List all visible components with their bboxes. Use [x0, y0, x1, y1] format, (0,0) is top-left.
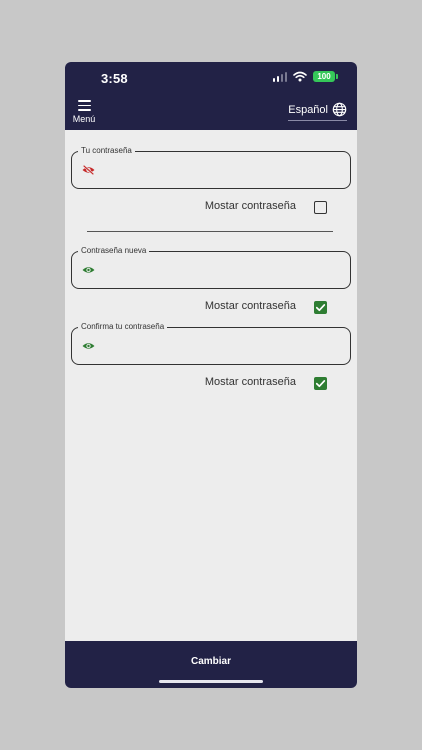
top-bar: 3:58 100 Menú Español — [65, 62, 357, 130]
show-confirm-password-row: Mostar contraseña — [65, 375, 357, 391]
menu-button[interactable]: Menú — [70, 98, 98, 124]
status-icons: 100 — [272, 71, 338, 82]
show-new-password-label: Mostar contraseña — [204, 300, 296, 312]
show-confirm-password-checkbox[interactable] — [314, 377, 327, 390]
new-password-label: Contraseña nueva — [78, 246, 150, 256]
wifi-icon — [293, 71, 307, 82]
eye-icon[interactable] — [82, 265, 95, 275]
confirm-password-input[interactable] — [102, 336, 342, 356]
check-icon — [315, 304, 326, 312]
eye-icon[interactable] — [82, 341, 95, 351]
bottom-bar: Cambiar — [65, 641, 357, 688]
show-new-password-row: Mostar contraseña — [65, 299, 357, 315]
current-password-input[interactable] — [102, 160, 342, 180]
signal-icon — [272, 71, 287, 82]
menu-label: Menú — [72, 114, 96, 124]
new-password-input[interactable] — [102, 260, 342, 280]
show-current-password-label: Mostar contraseña — [204, 200, 296, 212]
change-button[interactable]: Cambiar — [65, 656, 357, 667]
section-divider — [87, 231, 333, 232]
language-label: Español — [288, 103, 328, 116]
home-indicator — [159, 680, 263, 683]
change-password-form: Tu contraseña Mostar contraseña Contrase… — [65, 130, 357, 641]
current-password-field[interactable]: Tu contraseña — [71, 146, 351, 189]
show-current-password-checkbox[interactable] — [314, 201, 327, 214]
hamburger-icon — [77, 100, 91, 111]
show-new-password-checkbox[interactable] — [314, 301, 327, 314]
battery-indicator: 100 — [313, 71, 338, 82]
phone-screen: 3:58 100 Menú Español Tu contraseña Most… — [65, 62, 357, 688]
show-current-password-row: Mostar contraseña — [65, 199, 357, 215]
current-password-label: Tu contraseña — [78, 146, 135, 156]
language-selector[interactable]: Español — [288, 102, 347, 121]
check-icon — [315, 380, 326, 388]
confirm-password-label: Confirma tu contraseña — [78, 322, 168, 332]
confirm-password-field[interactable]: Confirma tu contraseña — [71, 322, 351, 365]
new-password-field[interactable]: Contraseña nueva — [71, 246, 351, 289]
globe-icon — [332, 102, 347, 117]
status-time: 3:58 — [101, 71, 128, 86]
show-confirm-password-label: Mostar contraseña — [204, 376, 296, 388]
eye-off-icon[interactable] — [82, 165, 95, 175]
